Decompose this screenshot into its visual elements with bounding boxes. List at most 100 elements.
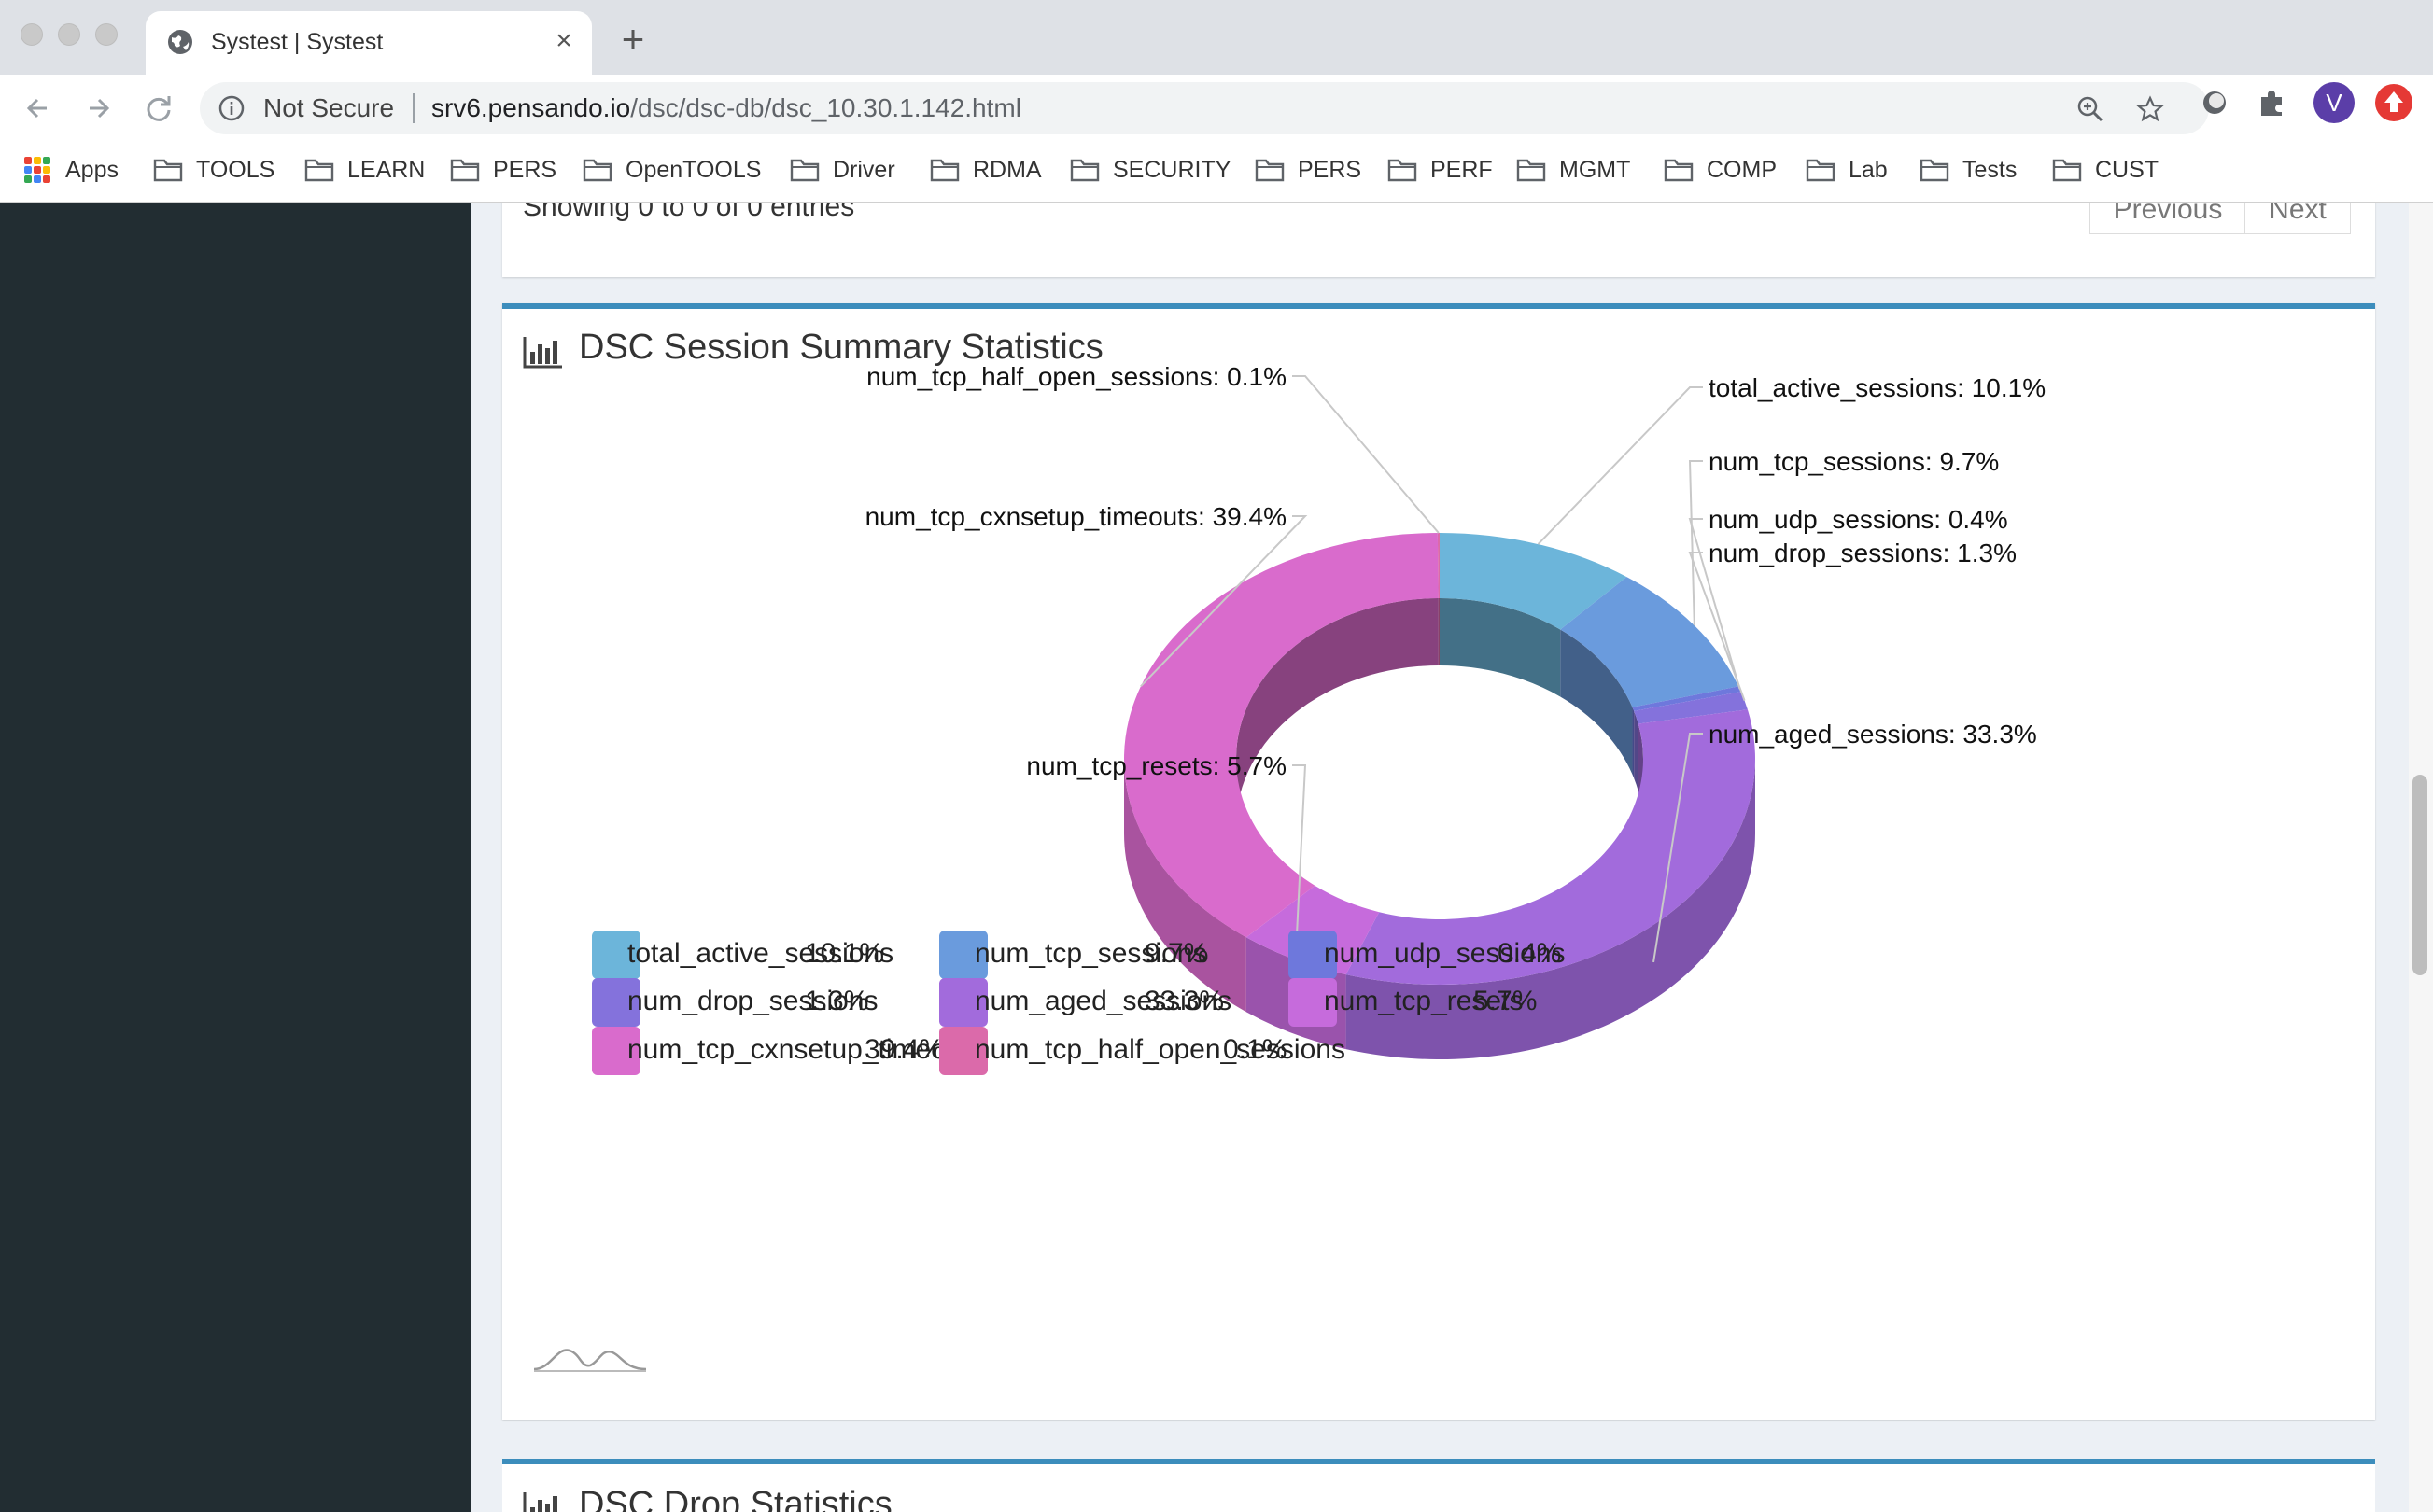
legend-label-num_tcp_half_open_sessions[interactable]: num_tcp_half_open_sessions	[975, 1034, 1345, 1066]
folder-icon	[790, 159, 820, 182]
leader-line	[1292, 375, 1440, 534]
folder-icon	[450, 159, 480, 182]
folder-icon	[1387, 159, 1417, 182]
tab-title: Systest | Systest	[211, 29, 384, 55]
folder-icon	[1806, 159, 1835, 182]
security-status[interactable]: Not Secure	[263, 93, 394, 123]
slice-label-num_tcp_sessions: num_tcp_sessions: 9.7%	[1709, 447, 1999, 476]
address-bar[interactable]: Not Secure srv6.pensando.io/dsc/dsc-db/d…	[200, 82, 2209, 134]
page-viewport: Showing 0 to 0 of 0 entries Previous Nex…	[0, 203, 2433, 1512]
zoom-icon[interactable]	[2076, 95, 2104, 123]
update-alert-icon[interactable]	[2373, 82, 2414, 123]
folder-icon	[1255, 159, 1285, 182]
bookmark-label: RDMA	[973, 156, 1042, 183]
bookmark-folder-learn[interactable]: LEARN	[304, 151, 425, 189]
back-arrow-icon[interactable]	[19, 88, 60, 129]
bookmark-folder-mgmt[interactable]: MGMT	[1516, 151, 1630, 189]
drop-statistics-panel: DSC Drop Statistics	[502, 1459, 2375, 1512]
bookmark-label: COMP	[1707, 156, 1777, 183]
window-zoom-button[interactable]	[95, 23, 118, 46]
bookmark-label: Lab	[1849, 156, 1888, 183]
close-tab-icon[interactable]: ×	[547, 24, 581, 58]
folder-icon	[1070, 159, 1100, 182]
bookmark-label: Tests	[1962, 156, 2018, 183]
donut-slice-num_tcp_cxnsetup_timeouts[interactable]	[1124, 533, 1439, 938]
donut-inner-num_drop_sessions	[1634, 710, 1638, 791]
bookmark-label: Driver	[833, 156, 895, 183]
legend-percent-num_tcp_half_open_sessions: 0.1%	[1223, 1034, 1287, 1065]
panel-title: DSC Drop Statistics	[579, 1485, 893, 1512]
previous-page-button[interactable]: Previous	[2089, 203, 2246, 234]
slice-label-num_tcp_resets: num_tcp_resets: 5.7%	[1026, 751, 1287, 780]
slice-label-num_drop_sessions: num_drop_sessions: 1.3%	[1709, 539, 2017, 567]
session-donut-chart: total_active_sessions: 10.1% num_tcp_sess…	[865, 362, 2046, 1059]
bar-chart-icon	[523, 1492, 557, 1512]
info-icon[interactable]	[218, 95, 245, 121]
sparkline-icon	[533, 1349, 647, 1372]
bookmark-folder-pers-2[interactable]: PERS	[1255, 151, 1361, 189]
extension-circle-icon[interactable]	[2196, 84, 2233, 121]
profile-avatar[interactable]: V	[2313, 82, 2355, 123]
reload-icon[interactable]	[138, 88, 179, 129]
folder-icon	[304, 159, 334, 182]
bookmark-label: CUST	[2095, 156, 2159, 183]
bookmark-folder-lab[interactable]: Lab	[1806, 151, 1888, 189]
bookmark-folder-cust[interactable]: CUST	[2052, 151, 2159, 189]
bookmark-folder-tests[interactable]: Tests	[1920, 151, 2017, 189]
puzzle-extensions-icon[interactable]	[2254, 84, 2291, 121]
browser-tab-strip: Systest | Systest × +	[0, 0, 2433, 75]
apps-grid-icon	[24, 157, 50, 183]
sidebar	[0, 203, 471, 1512]
window-minimize-button[interactable]	[58, 23, 80, 46]
leader-line	[1537, 386, 1703, 545]
bookmark-folder-security[interactable]: SECURITY	[1070, 151, 1231, 189]
folder-icon	[153, 159, 183, 182]
url-host: srv6.pensando.io	[431, 93, 631, 122]
slice-label-num_tcp_half_open_sessions: num_tcp_half_open_sessions: 0.1%	[866, 362, 1287, 391]
folder-icon	[583, 159, 612, 182]
slice-label-num_tcp_cxnsetup_timeouts: num_tcp_cxnsetup_timeouts: 39.4%	[865, 502, 1287, 531]
divider	[413, 93, 415, 123]
bookmark-folder-tools[interactable]: TOOLS	[153, 151, 274, 189]
window-close-button[interactable]	[21, 23, 43, 46]
legend-percent-num_tcp_cxnsetup_timeouts: 39.4%	[865, 1034, 945, 1065]
url-path: /dsc/dsc-db/dsc_10.30.1.142.html	[630, 93, 1021, 122]
legend-percent-num_aged_sessions: 33.3%	[1145, 986, 1225, 1016]
folder-icon	[1516, 159, 1546, 182]
new-tab-button[interactable]: +	[612, 20, 654, 62]
bookmark-label: TOOLS	[196, 156, 275, 183]
legend-percent-num_udp_sessions: 0.4%	[1498, 938, 1562, 969]
slice-label-num_udp_sessions: num_udp_sessions: 0.4%	[1709, 505, 2008, 534]
donut-labels-layer: total_active_sessions: 10.1% num_tcp_sess…	[865, 362, 2046, 997]
next-page-button[interactable]: Next	[2244, 203, 2351, 234]
bookmark-folder-opentools[interactable]: OpenTOOLS	[583, 151, 761, 189]
bookmark-apps[interactable]: Apps	[24, 151, 119, 189]
folder-icon	[1664, 159, 1694, 182]
globe-icon	[168, 30, 192, 54]
bookmark-folder-pers[interactable]: PERS	[450, 151, 556, 189]
legend-percent-num_tcp_sessions: 9.7%	[1145, 938, 1209, 969]
legend-percent-total_active_sessions: 10.1%	[805, 938, 885, 969]
forward-arrow-icon[interactable]	[78, 88, 120, 129]
folder-icon	[930, 159, 960, 182]
session-summary-panel: DSC Session Summary Statistics total_act…	[502, 303, 2375, 1420]
folder-icon	[2052, 159, 2082, 182]
bookmark-folder-comp[interactable]: COMP	[1664, 151, 1777, 189]
bookmark-folder-perf[interactable]: PERF	[1387, 151, 1493, 189]
donut-inner-num_udp_sessions	[1632, 707, 1635, 778]
scrollbar-thumb[interactable]	[2412, 775, 2427, 975]
bookmark-folder-rdma[interactable]: RDMA	[930, 151, 1042, 189]
bookmark-label: PERF	[1430, 156, 1493, 183]
legend-percent-num_tcp_resets: 5.7%	[1473, 986, 1538, 1016]
browser-tab[interactable]: Systest | Systest ×	[146, 11, 592, 75]
bookmark-label: PERS	[493, 156, 557, 183]
bookmark-folder-driver[interactable]: Driver	[790, 151, 895, 189]
star-bookmark-icon[interactable]	[2136, 95, 2164, 123]
legend-percent-num_drop_sessions: 1.3%	[805, 986, 869, 1016]
url-text[interactable]: srv6.pensando.io/dsc/dsc-db/dsc_10.30.1.…	[431, 93, 1021, 123]
table-info-text: Showing 0 to 0 of 0 entries	[523, 203, 855, 222]
bookmark-label: MGMT	[1559, 156, 1631, 183]
slice-label-total_active_sessions: total_active_sessions: 10.1%	[1709, 373, 2046, 402]
bookmarks-bar: Apps TOOLS LEARN PERS OpenTOOLS Driver R…	[0, 142, 2433, 203]
bookmark-label: Apps	[65, 156, 119, 183]
